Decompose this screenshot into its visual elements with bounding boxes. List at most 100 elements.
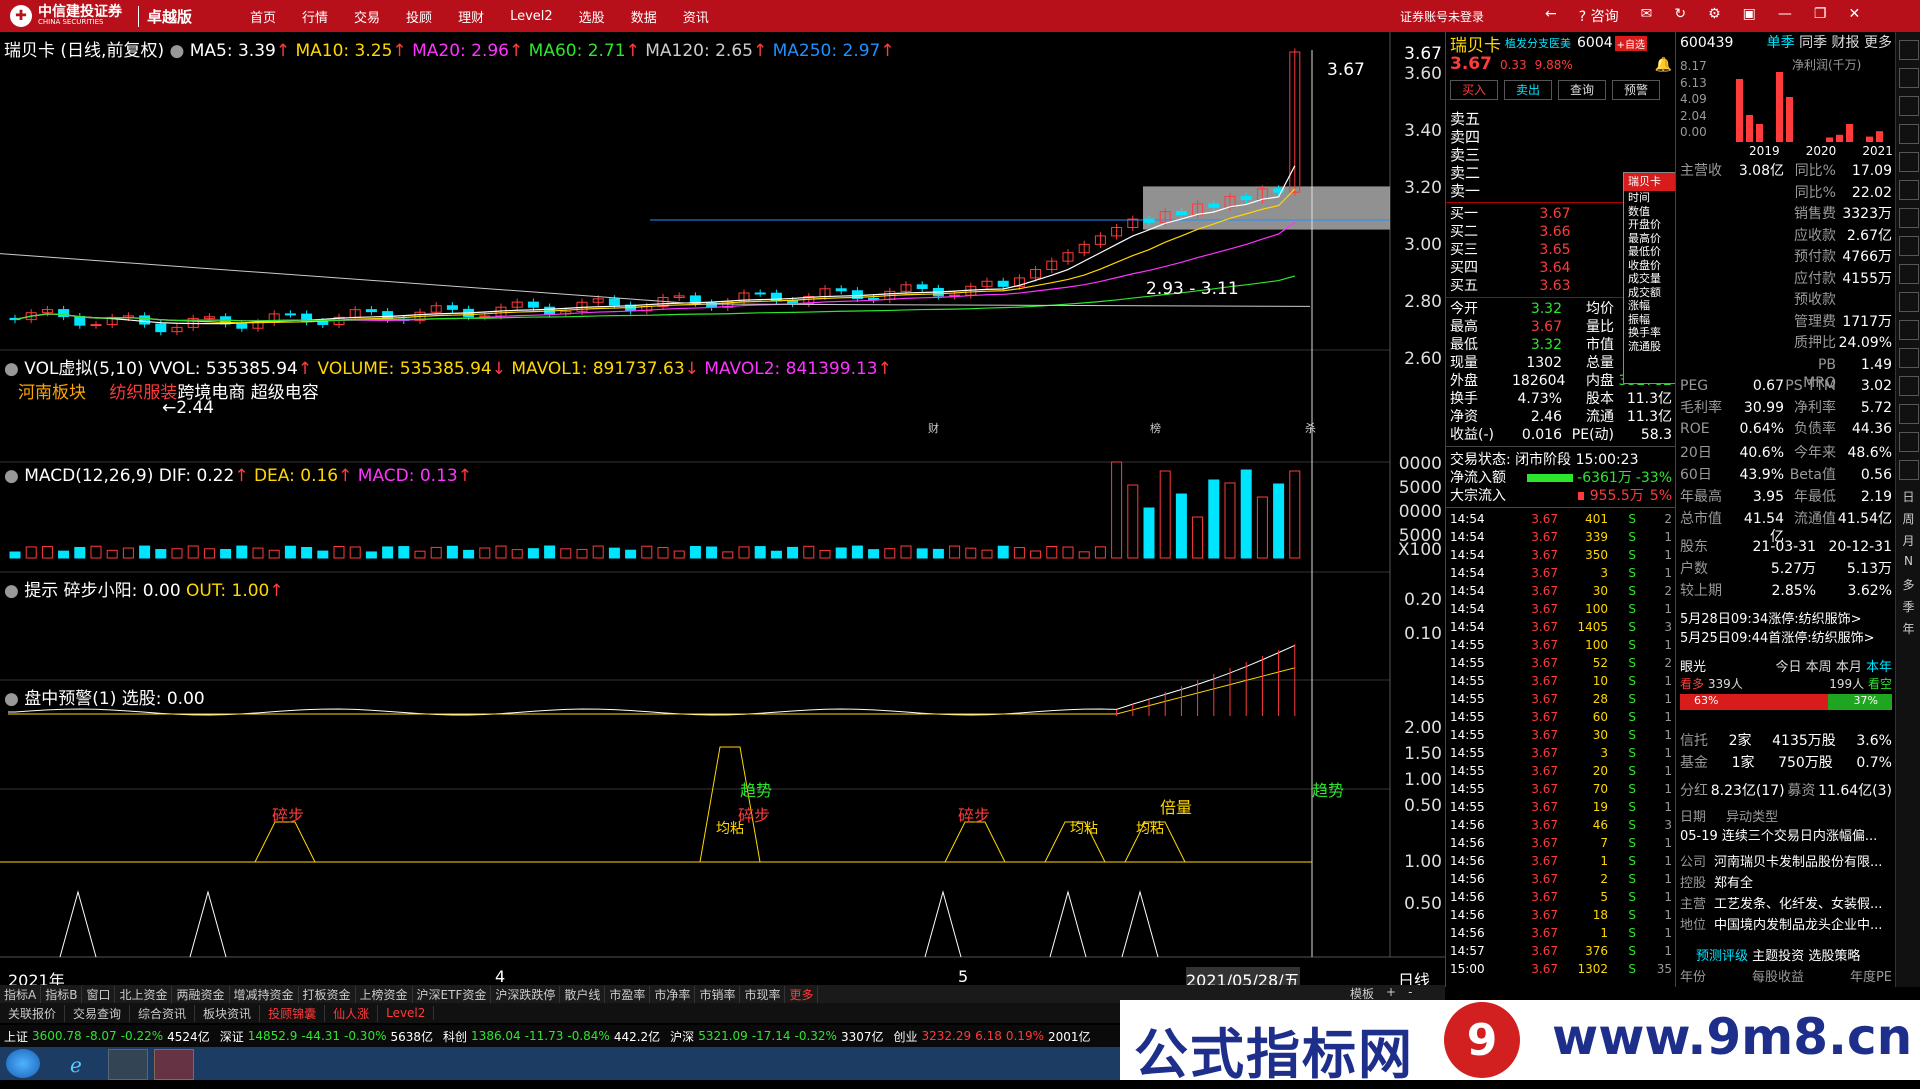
menu-item[interactable]: 首页 (250, 7, 276, 26)
skin-icon[interactable]: ▣ (1743, 6, 1756, 26)
toolbar-tool-icon[interactable] (1899, 432, 1919, 452)
candle-body[interactable] (1240, 195, 1252, 201)
candle-body[interactable] (1143, 218, 1155, 223)
news-item[interactable]: 5月28日09:34涨停:纺织服饰> (1680, 610, 1892, 629)
menu-item[interactable]: 投顾 (406, 7, 432, 26)
candle-body[interactable] (689, 295, 701, 304)
consult-button[interactable]: ? 咨询 (1579, 6, 1619, 26)
candle-body[interactable] (155, 323, 167, 333)
indicator-tab[interactable]: 打板资金 (299, 985, 356, 1003)
info-tab[interactable]: 板块资讯 (195, 1004, 261, 1022)
stock-tag[interactable]: 植发分支医美 (1505, 35, 1571, 51)
browser-icon[interactable]: ℯ (70, 1053, 94, 1077)
toolbar-tool-icon[interactable] (1899, 40, 1919, 60)
indicator-tab[interactable]: 北上资金 (115, 985, 173, 1003)
menu-item[interactable]: 交易 (354, 7, 380, 26)
indicator-tab[interactable]: 两融资金 (172, 985, 230, 1003)
toolbar-tool-icon[interactable] (1899, 460, 1919, 480)
info-tab[interactable]: 交易查询 (65, 1004, 131, 1022)
add-watchlist-button[interactable]: +自选 (1614, 35, 1648, 51)
candle-body[interactable] (90, 324, 102, 327)
info-tab[interactable]: 投顾锦囊 (260, 1004, 326, 1022)
info-tab[interactable]: 仙人涨 (325, 1004, 379, 1022)
start-button[interactable] (6, 1049, 40, 1078)
period-shortcut[interactable]: 月 (1896, 532, 1920, 554)
info-tab[interactable]: 关联报价 (0, 1004, 66, 1022)
link-strategy[interactable]: 选股策略 (1808, 949, 1860, 964)
toolbar-tool-icon[interactable] (1899, 96, 1919, 116)
indicator-tab[interactable]: 更多 (785, 985, 819, 1003)
period-shortcut[interactable]: 季 (1896, 598, 1920, 620)
candle-body[interactable] (868, 297, 880, 300)
candle-body[interactable] (139, 315, 151, 325)
mail-icon[interactable]: ✉ (1641, 6, 1653, 26)
menu-item[interactable]: 数据 (631, 7, 657, 26)
f10-company[interactable]: 公司 河南瑞贝卡发制品股份有限... 控股 郑有全 主营 工艺发条、化纤发、女装假... 地… (1680, 852, 1892, 936)
menu-item[interactable]: 资讯 (683, 7, 709, 26)
alert-button[interactable]: 预警 (1612, 80, 1660, 100)
refresh-icon[interactable]: ↻ (1674, 6, 1686, 26)
eye-tab[interactable]: 本月 (1836, 660, 1862, 675)
sell-row[interactable]: 卖四 (1450, 128, 1672, 146)
f10-tab[interactable]: 单季 (1767, 35, 1795, 51)
candle-body[interactable] (317, 321, 329, 325)
bell-icon[interactable]: 🔔 (1655, 57, 1672, 73)
indicator-tab[interactable]: 指标A (0, 985, 42, 1003)
link-theme[interactable]: 主题投资 (1752, 949, 1804, 964)
candle-body[interactable] (1175, 211, 1187, 216)
candle-body[interactable] (365, 309, 377, 313)
f10-news[interactable]: 5月28日09:34涨停:纺织服饰> 5月25日09:44首涨停:纺织服饰> (1680, 610, 1892, 648)
query-button[interactable]: 查询 (1558, 80, 1606, 100)
indicator-tab[interactable]: 上榜资金 (356, 985, 413, 1003)
candle-body[interactable] (1208, 203, 1220, 208)
toolbar-tool-icon[interactable] (1899, 292, 1919, 312)
indicator-tab[interactable]: 市盈率 (605, 985, 651, 1003)
f10-tab[interactable]: 财报 (1832, 35, 1860, 51)
indicator-tab[interactable]: 市净率 (650, 985, 696, 1003)
toolbar-tool-icon[interactable] (1899, 208, 1919, 228)
indicator-tab[interactable]: 窗口 (82, 985, 116, 1003)
news-item[interactable]: 5月25日09:44首涨停:纺织服饰> (1680, 629, 1892, 648)
toolbar-tool-icon[interactable] (1899, 68, 1919, 88)
candle-body[interactable] (997, 280, 1009, 287)
period-shortcut[interactable]: 日 (1896, 488, 1920, 510)
minimize-icon[interactable]: — (1778, 6, 1792, 26)
concept-henan[interactable]: 河南板块 (18, 383, 86, 403)
chart-canvas[interactable] (0, 32, 1445, 987)
candle-body[interactable] (754, 292, 766, 295)
indicator-tab[interactable]: 散户线 (560, 985, 606, 1003)
indicator-tab[interactable]: 增减持资金 (230, 985, 299, 1003)
candle-body[interactable] (284, 313, 296, 316)
index-name[interactable]: 科创 (443, 1028, 467, 1045)
candle-body[interactable] (74, 316, 86, 326)
menu-item[interactable]: Level2 (510, 9, 553, 24)
sell-row[interactable]: 卖五 (1450, 110, 1672, 128)
toolbar-tool-icon[interactable] (1899, 152, 1919, 172)
candle-body[interactable] (608, 298, 620, 306)
toolbar-tool-icon[interactable] (1899, 404, 1919, 424)
close-icon[interactable]: ✕ (1848, 6, 1860, 26)
menu-item[interactable]: 选股 (579, 7, 605, 26)
menu-item[interactable]: 行情 (302, 7, 328, 26)
f10-event[interactable]: 日期 异动类型 05-19 连续三个交易日内涨幅偏... (1680, 806, 1892, 844)
menu-item[interactable]: 理财 (458, 7, 484, 26)
indicator-tab[interactable]: 沪深跌跌停 (491, 985, 561, 1003)
eye-tab[interactable]: 本年 (1866, 660, 1892, 675)
toolbar-tool-icon[interactable] (1899, 264, 1919, 284)
toolbar-tool-icon[interactable] (1899, 180, 1919, 200)
candle-body[interactable] (236, 323, 248, 329)
candle-body[interactable] (916, 284, 928, 289)
period-shortcut[interactable]: N (1896, 554, 1920, 576)
app-task-button[interactable] (108, 1049, 148, 1080)
indicator-tab[interactable]: 市现率 (740, 985, 786, 1003)
index-name[interactable]: 创业 (894, 1028, 918, 1045)
index-name[interactable]: 沪深 (670, 1028, 694, 1045)
candle-body[interactable] (527, 301, 539, 308)
toolbar-tool-icon[interactable] (1899, 320, 1919, 340)
buy-button[interactable]: 买入 (1450, 80, 1498, 100)
marker-sha[interactable]: 杀 (1305, 420, 1316, 436)
f10-tab[interactable]: 同季 (1799, 35, 1827, 51)
info-tab[interactable]: Level2 (378, 1006, 435, 1020)
candle-body[interactable] (835, 288, 847, 292)
index-name[interactable]: 深证 (220, 1028, 244, 1045)
